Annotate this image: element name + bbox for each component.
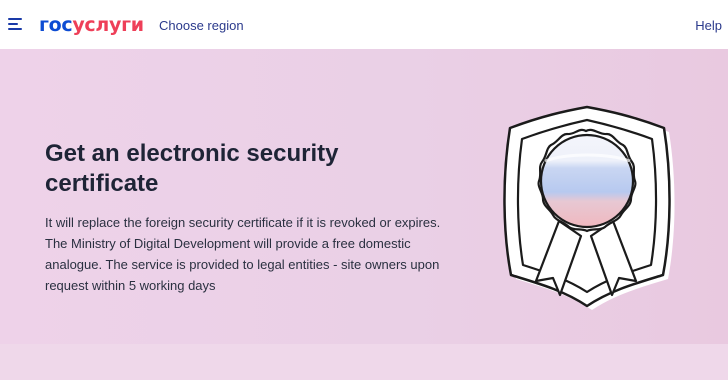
page-description: It will replace the foreign security cer… — [45, 215, 441, 293]
menu-icon[interactable] — [8, 17, 24, 31]
choose-region-link[interactable]: Choose region — [159, 18, 244, 33]
certificate-badge-icon — [487, 103, 687, 323]
logo-part-2: услуги — [72, 14, 144, 36]
page-title: Get an electronic security certificate — [45, 140, 339, 197]
gosuslugi-logo[interactable]: госуслуги — [39, 14, 144, 36]
top-header: госуслуги Choose region Help — [0, 0, 728, 49]
help-link[interactable]: Help — [695, 18, 722, 33]
logo-part-1: гос — [39, 14, 73, 36]
page-continuation — [0, 344, 728, 380]
